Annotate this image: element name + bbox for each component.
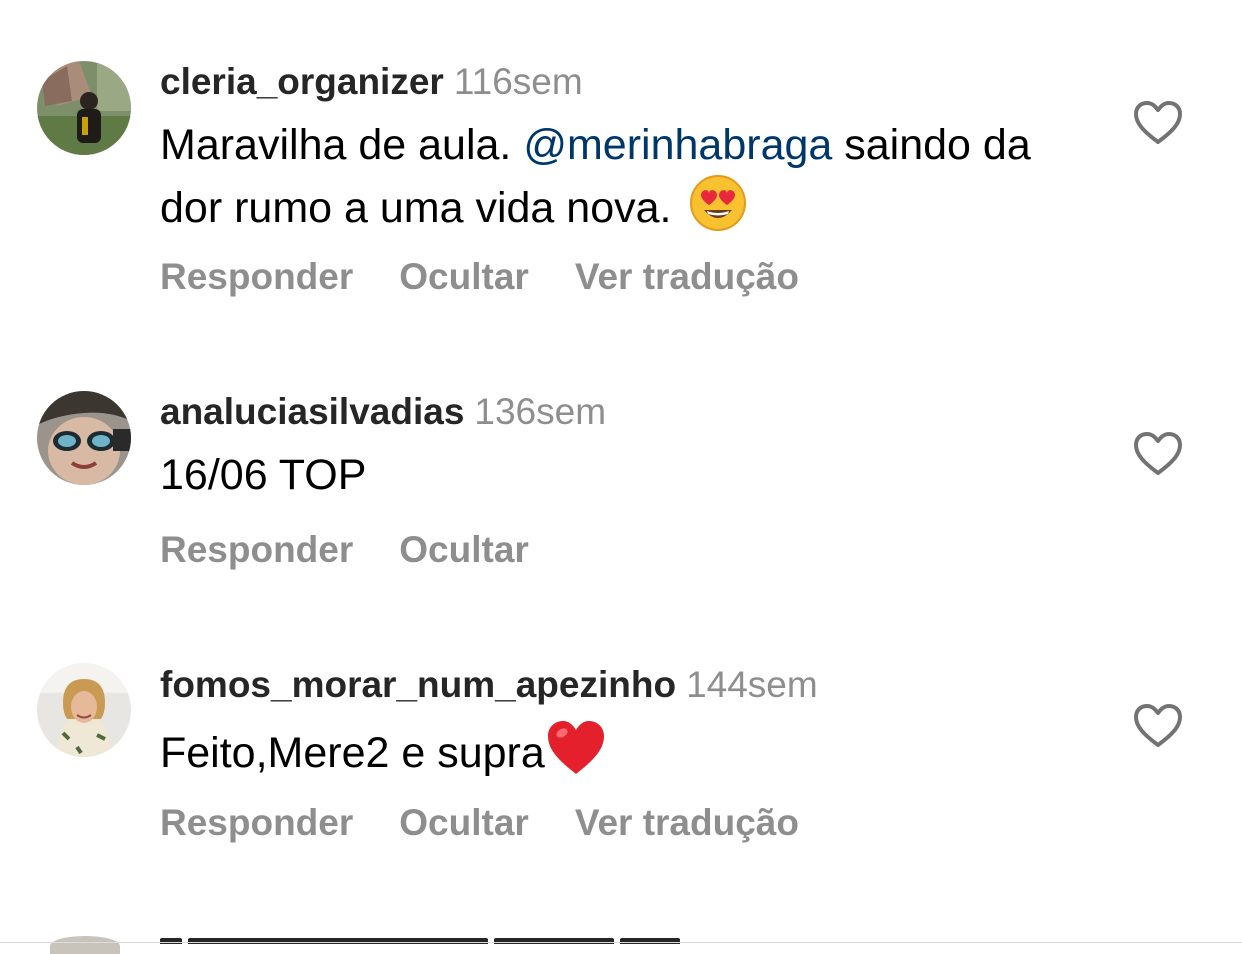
like-heart-icon[interactable] — [1133, 431, 1183, 477]
comment-text-part: Maravilha de aula. — [160, 121, 524, 169]
comment-actions: Responder Ocultar — [160, 529, 575, 571]
comment-content: analuciasilvadias 136sem 16/06 TOP — [160, 390, 1092, 504]
reply-button[interactable]: Responder — [160, 802, 353, 843]
comment-meta: analuciasilvadias 136sem — [160, 390, 1092, 434]
username[interactable]: analuciasilvadias — [160, 391, 464, 432]
heart-eyes-emoji — [689, 174, 747, 247]
avatar[interactable] — [37, 391, 131, 485]
comment-text: Maravilha de aula. @merinhabraga saindo … — [160, 116, 1092, 247]
timestamp: 116sem — [453, 61, 583, 102]
divider — [0, 942, 1242, 943]
reply-button[interactable]: Responder — [160, 529, 353, 570]
comment-text: Feito,Mere2 e supra — [160, 719, 1092, 792]
comment-meta: cleria_organizer 116sem — [160, 60, 1092, 104]
hide-button[interactable]: Ocultar — [399, 802, 529, 843]
comment-content: fomos_morar_num_apezinho 144sem Feito,Mer… — [160, 663, 1092, 792]
like-heart-icon[interactable] — [1133, 703, 1183, 749]
comment-text: 16/06 TOP — [160, 446, 1092, 504]
comment-content: cleria_organizer 116sem Maravilha de aula… — [160, 60, 1092, 247]
hide-button[interactable]: Ocultar — [399, 256, 529, 297]
username[interactable]: fomos_morar_num_apezinho — [160, 664, 676, 705]
like-heart-icon[interactable] — [1133, 100, 1183, 146]
see-translation-button[interactable]: Ver tradução — [575, 802, 799, 843]
hide-button[interactable]: Ocultar — [399, 529, 529, 570]
comment-text-part: Feito,Mere2 e supra — [160, 728, 545, 777]
mention-link[interactable]: @merinhabraga — [523, 121, 832, 169]
comment-text-part: 16/06 TOP — [160, 451, 367, 499]
timestamp: 144sem — [686, 664, 818, 705]
see-translation-button[interactable]: Ver tradução — [575, 256, 799, 297]
reply-button[interactable]: Responder — [160, 256, 353, 297]
timestamp: 136sem — [474, 391, 607, 432]
comments-screen: cleria_organizer 116sem Maravilha de aula… — [0, 0, 1242, 954]
comment-meta: fomos_morar_num_apezinho 144sem — [160, 663, 1092, 707]
username[interactable]: cleria_organizer — [160, 61, 444, 102]
avatar[interactable] — [37, 663, 131, 757]
red-heart-emoji — [545, 719, 607, 792]
avatar[interactable] — [37, 61, 131, 155]
avatar — [50, 936, 120, 954]
comment-actions: Responder Ocultar Ver tradução — [160, 256, 845, 298]
comment-actions: Responder Ocultar Ver tradução — [160, 802, 845, 844]
